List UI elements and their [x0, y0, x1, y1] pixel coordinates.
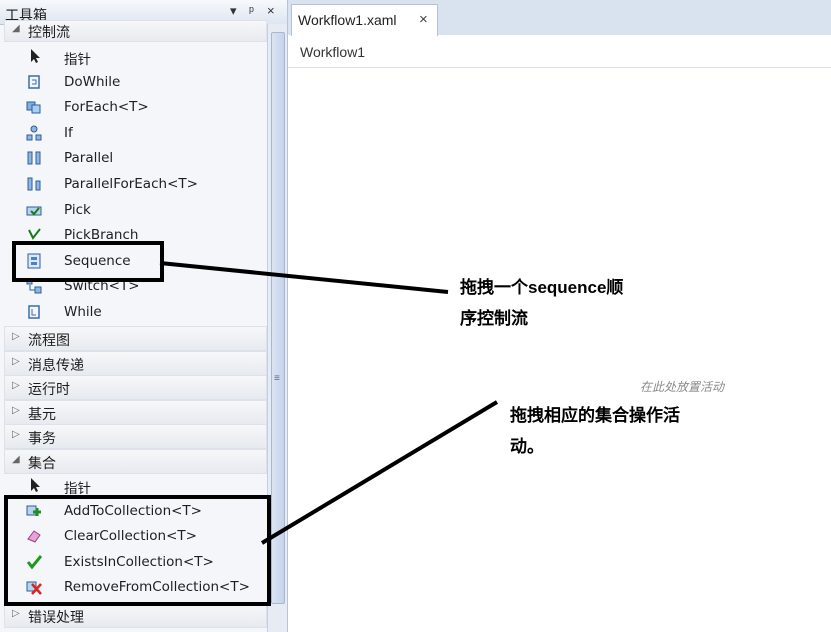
highlight-box-collection — [4, 495, 271, 606]
note-line: 动。 — [510, 437, 544, 456]
note-line: 序控制流 — [460, 309, 528, 328]
highlight-box-sequence — [12, 241, 164, 282]
annotation-arrow-2 — [260, 400, 499, 545]
note-line: 拖拽一个sequence顺 — [460, 278, 624, 297]
note-line: 拖拽相应的集合操作活 — [510, 406, 680, 425]
annotation-note-2: 拖拽相应的集合操作活 动。 — [510, 400, 680, 462]
annotation-note-1: 拖拽一个sequence顺 序控制流 — [460, 272, 623, 334]
annotation-arrow-1 — [159, 261, 449, 294]
